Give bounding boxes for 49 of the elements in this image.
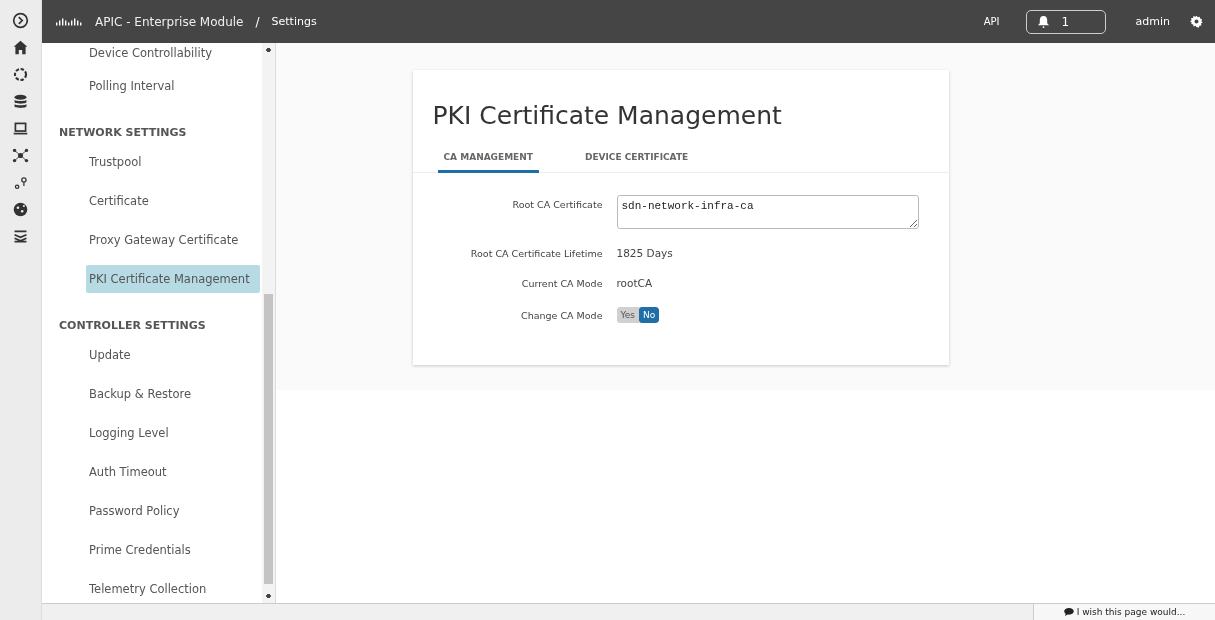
field-label: Current CA Mode: [520, 277, 603, 289]
scrollbar[interactable]: [262, 43, 275, 603]
product-name[interactable]: APIC - Enterprise Module: [95, 14, 244, 29]
field-label: Change CA Mode: [520, 309, 603, 321]
sidebar-item[interactable]: Device Controllability: [42, 43, 260, 67]
settings-icon[interactable]: [1190, 15, 1203, 28]
sidebar-item[interactable]: Update: [42, 336, 260, 375]
sidebar-item[interactable]: Telemetry Collection: [42, 570, 260, 603]
certificate-field[interactable]: sdn-network-infra-ca: [616, 195, 919, 229]
breadcrumb-page: Settings: [271, 15, 317, 28]
field-label: Root CA Certificate: [511, 198, 603, 210]
sidebar-item[interactable]: Proxy Gateway Certificate: [42, 221, 260, 260]
tab[interactable]: CA MANAGEMENT: [437, 148, 539, 173]
sidebar-item[interactable]: Password Policy: [42, 492, 260, 531]
field-value: 1825 Days: [616, 247, 673, 259]
sidebar-item[interactable]: Certificate: [42, 182, 260, 221]
api-link[interactable]: API: [983, 16, 1000, 27]
toggle-option[interactable]: Yes: [616, 307, 640, 323]
sidebar-item[interactable]: PKI Certificate Management: [86, 265, 260, 293]
breadcrumb-separator: /: [255, 14, 260, 29]
user-menu[interactable]: admin: [1135, 15, 1170, 28]
home-icon[interactable]: [12, 39, 29, 56]
expand-icon[interactable]: [12, 12, 29, 29]
section-heading: CONTROLLER SETTINGS: [58, 318, 207, 334]
notifications-button[interactable]: 1: [1025, 9, 1106, 34]
cookie-icon[interactable]: [12, 201, 29, 218]
mode-toggle[interactable]: Yes No: [616, 307, 660, 323]
card-title: PKI Certificate Management: [432, 101, 783, 130]
sidebar-item[interactable]: Backup & Restore: [42, 375, 260, 414]
laptop-icon[interactable]: [12, 120, 29, 137]
field-value: rootCA: [616, 277, 653, 289]
speech-bubble-icon: [1063, 608, 1074, 616]
section-heading: NETWORK SETTINGS: [58, 125, 188, 141]
map-pin-icon[interactable]: [12, 174, 29, 191]
sidebar-item[interactable]: Auth Timeout: [42, 453, 260, 492]
bell-icon: [1036, 15, 1050, 28]
sidebar-item[interactable]: Polling Interval: [42, 67, 260, 106]
toggle-option[interactable]: No: [639, 307, 660, 323]
field-label: Root CA Certificate Lifetime: [469, 247, 603, 259]
ring-icon[interactable]: [12, 66, 29, 83]
database-icon[interactable]: [12, 93, 29, 110]
sidebar-item[interactable]: Trustpool: [42, 143, 260, 182]
network-icon[interactable]: [12, 147, 29, 164]
sidebar-item[interactable]: Prime Credentials: [42, 531, 260, 570]
layers-icon[interactable]: [12, 228, 29, 245]
scroll-thumb[interactable]: [264, 294, 273, 584]
feedback-button[interactable]: I wish this page would...: [1033, 604, 1215, 620]
sidebar-item[interactable]: Logging Level: [42, 414, 260, 453]
tab[interactable]: DEVICE CERTIFICATE: [578, 148, 695, 173]
